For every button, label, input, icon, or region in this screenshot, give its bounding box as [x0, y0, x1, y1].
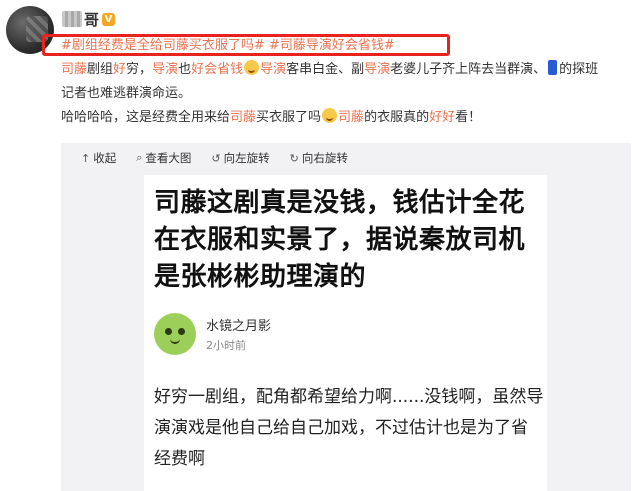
hashtags: #剧组经费是全给司藤买衣服了吗# #司藤导演好会省钱#	[61, 36, 395, 55]
hashtag-link[interactable]: #司藤导演好会省钱#	[269, 38, 395, 53]
post-text-line: 记者也难逃群演命运。	[61, 86, 192, 101]
card-title: 司藤这剧真是没钱，钱估计全花在衣服和实景了，据说秦放司机是张彬彬助理演的	[154, 188, 526, 292]
post-time: 2小时前	[206, 339, 246, 352]
text-span: 剧组	[87, 62, 114, 77]
laugh-emoji-icon	[322, 108, 338, 123]
text-highlight[interactable]: 司藤	[338, 110, 364, 125]
text-highlight[interactable]: 导演	[152, 62, 178, 77]
name-redaction	[62, 11, 82, 27]
verified-badge-icon: V	[102, 12, 116, 26]
text-highlight[interactable]: 好会省钱	[191, 62, 243, 77]
text-span: 老婆儿子齐上阵去当群演、	[390, 62, 547, 77]
text-highlight[interactable]: 导演	[364, 62, 390, 77]
avatar-eye	[165, 328, 172, 335]
phone-icon	[548, 60, 558, 75]
avatar-mouth	[170, 338, 180, 344]
rotate-left-icon: ↺	[211, 151, 221, 165]
text-span: 买衣服了吗	[256, 110, 322, 125]
avatar-eye	[178, 328, 185, 335]
rotate-right-label: 向右旋转	[301, 151, 348, 165]
text-span: 的衣服真的	[364, 110, 430, 125]
text-span: 也	[178, 62, 192, 77]
rotate-right-button[interactable]: ↻ 向右旋转	[290, 150, 348, 166]
text-span: 看！	[455, 110, 482, 125]
view-large-button[interactable]: ⌕ 查看大图	[136, 150, 191, 166]
post-text-line: 司藤剧组好穷，导演也好会省钱 导演客串白金、副导演老婆儿子齐上阵去当群演、 的探班	[61, 60, 598, 80]
author-name: 水镜之月影	[206, 319, 272, 334]
image-card[interactable]: 司藤这剧真是没钱，钱估计全花在衣服和实景了，据说秦放司机是张彬彬助理演的 水镜之…	[144, 175, 547, 491]
text-span: 哈哈哈哈，这是经费全用来给	[61, 110, 231, 125]
text-highlight[interactable]: 司藤	[61, 62, 87, 77]
text-span: 客串白金、副	[286, 62, 365, 77]
text-span: 穷，	[126, 62, 153, 77]
text-span: 的探班	[559, 62, 599, 77]
search-icon: ⌕	[136, 151, 143, 164]
collapse-label: 收起	[93, 151, 117, 165]
post-text-line: 哈哈哈哈，这是经费全用来给司藤买衣服了吗 司藤的衣服真的好好看！	[61, 108, 481, 128]
hashtag-link[interactable]: #剧组经费是全给司藤买衣服了吗#	[61, 38, 265, 53]
media-toolbar: ↑ 收起 ⌕ 查看大图 ↺ 向左旋转 ↻ 向右旋转	[61, 143, 631, 173]
laugh-emoji-icon	[244, 60, 260, 75]
author-avatar	[154, 313, 196, 355]
text-highlight[interactable]: 好好	[429, 110, 455, 125]
collapse-icon: ↑	[81, 151, 91, 165]
text-highlight[interactable]: 导演	[260, 62, 286, 77]
media-viewer: ↑ 收起 ⌕ 查看大图 ↺ 向左旋转 ↻ 向右旋转 司藤这剧真是没钱，钱估计全花在衣服和…	[61, 143, 631, 491]
collapse-button[interactable]: ↑ 收起	[81, 150, 116, 166]
card-body: 好穷一剧组，配角都希望给力啊......没钱啊，虽然导演演戏是他自己给自己加戏，…	[154, 387, 544, 469]
view-large-label: 查看大图	[145, 151, 192, 165]
username[interactable]: 哥	[84, 9, 99, 30]
rotate-left-button[interactable]: ↺ 向左旋转	[211, 150, 269, 166]
text-highlight[interactable]: 好	[113, 62, 126, 77]
text-highlight[interactable]: 司藤	[230, 110, 256, 125]
rotate-right-icon: ↻	[289, 151, 299, 165]
rotate-left-label: 向左旋转	[223, 151, 270, 165]
user-name-row: 哥 V	[62, 9, 116, 30]
